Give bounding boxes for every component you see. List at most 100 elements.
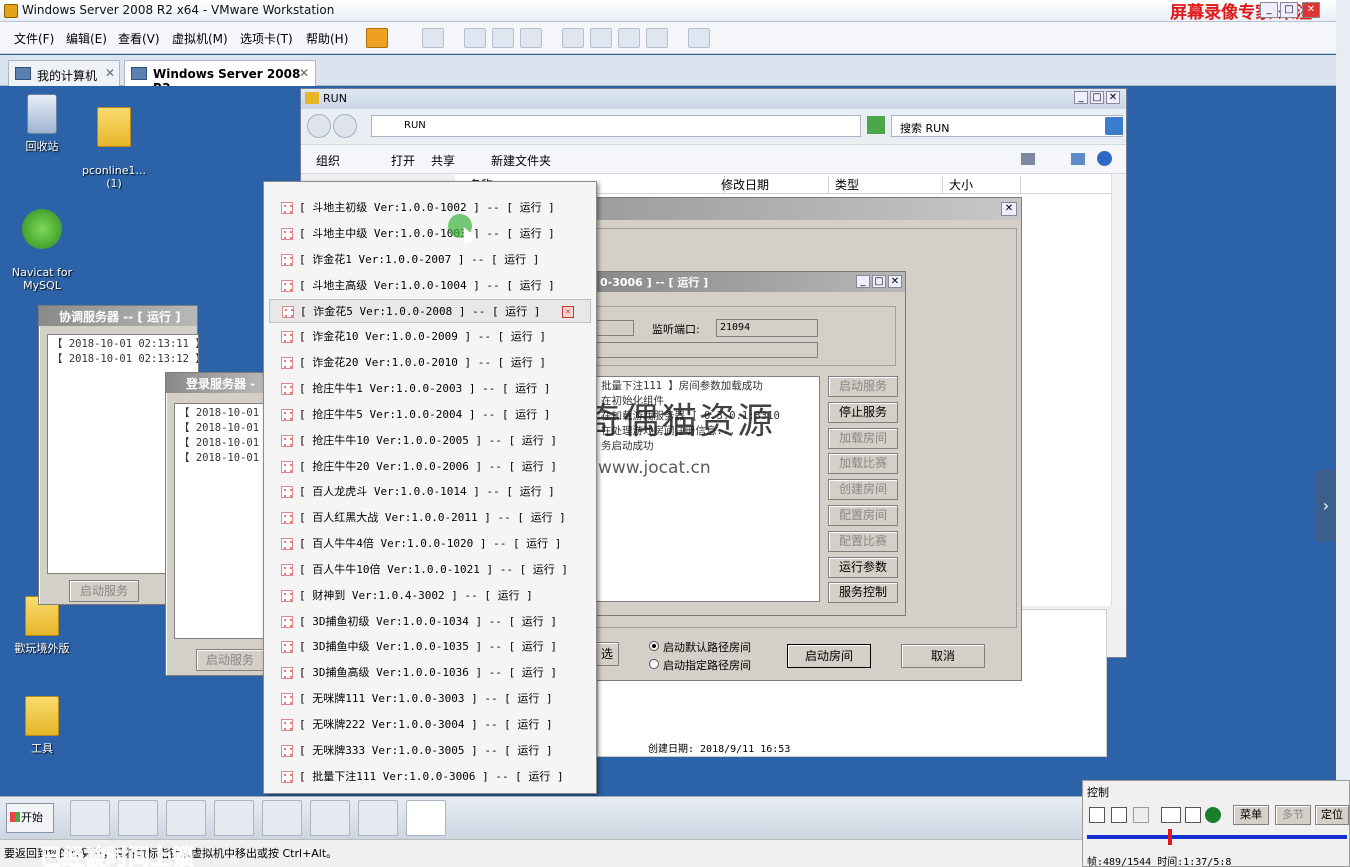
field-input[interactable] xyxy=(596,342,818,358)
close-icon[interactable]: ✕ xyxy=(105,66,115,80)
game-room-item[interactable]: [ 批量下注111 Ver:1.0.0-3006 ] -- [ 运行 ] xyxy=(269,765,591,789)
game-room-item[interactable]: [ 抢庄牛牛10 Ver:1.0.0-2005 ] -- [ 运行 ] xyxy=(269,429,591,453)
pause-icon[interactable] xyxy=(366,28,388,48)
forward-icon[interactable] xyxy=(333,114,357,138)
game-room-item[interactable]: [ 百人龙虎斗 Ver:1.0.0-1014 ] -- [ 运行 ] xyxy=(269,480,591,504)
radio-custom-path[interactable] xyxy=(649,659,659,669)
menu-button[interactable]: 菜单 xyxy=(1233,805,1269,825)
menu-help[interactable]: 帮助(H) xyxy=(306,30,348,47)
maximize-button[interactable]: □ xyxy=(1090,91,1104,104)
close-icon[interactable]: ✕ xyxy=(299,66,309,80)
field-input[interactable] xyxy=(596,320,634,336)
minimize-button[interactable]: _ xyxy=(856,275,870,288)
game-room-item[interactable]: [ 3D捕鱼初级 Ver:1.0.0-1034 ] -- [ 运行 ] xyxy=(269,610,591,634)
minimize-button[interactable]: _ xyxy=(1260,2,1278,18)
search-input[interactable]: 搜索 RUN xyxy=(891,115,1123,137)
game-room-item[interactable]: [ 斗地主中级 Ver:1.0.0-1003 ] -- [ 运行 ] xyxy=(269,222,591,246)
select-button[interactable]: 选 xyxy=(595,642,619,666)
radio-default-path[interactable] xyxy=(649,641,659,651)
start-service-button[interactable]: 启动服务 xyxy=(196,649,264,671)
service-button[interactable]: 配置比赛 xyxy=(828,530,898,552)
refresh-icon[interactable] xyxy=(867,116,885,134)
service-button[interactable]: 配置房间 xyxy=(828,505,898,526)
revert-snapshot-icon[interactable] xyxy=(492,28,514,48)
open-button[interactable]: 打开 xyxy=(391,152,415,169)
game-server-taskbar-icon[interactable] xyxy=(406,800,446,836)
game-room-item[interactable]: [ 3D捕鱼中级 Ver:1.0.0-1035 ] -- [ 运行 ] xyxy=(269,635,591,659)
close-button[interactable]: ✕ xyxy=(1302,2,1320,18)
menu-vm[interactable]: 虚拟机(M) xyxy=(172,30,228,47)
view-options-icon[interactable] xyxy=(1021,153,1035,165)
col-date[interactable]: 修改日期 xyxy=(717,176,829,193)
sidebar-toggle-icon[interactable] xyxy=(562,28,584,48)
organize-menu[interactable]: 组织 xyxy=(316,152,340,169)
service-button[interactable]: 服务控制 xyxy=(828,582,898,604)
explorer-icon[interactable] xyxy=(166,800,206,836)
thumbnail-icon[interactable] xyxy=(590,28,612,48)
game-room-item[interactable]: [ 3D捕鱼高级 Ver:1.0.0-1036 ] -- [ 运行 ] xyxy=(269,661,591,685)
progress-track[interactable] xyxy=(1087,829,1347,845)
start-room-button[interactable]: 启动房间 xyxy=(787,644,871,668)
close-button[interactable]: ✕ xyxy=(888,275,902,288)
minimize-button[interactable]: _ xyxy=(1074,91,1088,104)
locate-button[interactable]: 定位 xyxy=(1315,805,1349,825)
share-menu[interactable]: 共享 xyxy=(431,152,455,169)
new-folder-button[interactable]: 新建文件夹 xyxy=(491,152,551,169)
game-room-item[interactable]: [ 抢庄牛牛1 Ver:1.0.0-2003 ] -- [ 运行 ] xyxy=(269,377,591,401)
preview-pane-icon[interactable] xyxy=(1071,153,1085,165)
pause-icon[interactable] xyxy=(1133,807,1149,823)
remove-icon[interactable]: ✕ xyxy=(562,306,574,319)
start-service-button[interactable]: 启动服务 xyxy=(69,580,139,602)
game-room-item[interactable]: [ 无咪牌111 Ver:1.0.0-3003 ] -- [ 运行 ] xyxy=(269,687,591,711)
game-room-item[interactable]: [ 斗地主高级 Ver:1.0.0-1004 ] -- [ 运行 ] xyxy=(269,274,591,298)
service-button[interactable]: 启动服务 xyxy=(828,376,898,397)
close-button[interactable]: ✕ xyxy=(1001,202,1017,216)
menu-file[interactable]: 文件(F) xyxy=(14,30,54,47)
col-type[interactable]: 类型 xyxy=(831,176,943,193)
back-icon[interactable] xyxy=(307,114,331,138)
desktop-icon-tools[interactable]: 工具 xyxy=(2,696,82,756)
service-button[interactable]: 停止服务 xyxy=(828,401,898,423)
menu-tabs[interactable]: 选项卡(T) xyxy=(240,30,293,47)
desktop-icon-huanwan[interactable]: 歡玩境外版 xyxy=(2,596,82,656)
powershell-icon[interactable] xyxy=(118,800,158,836)
menu-edit[interactable]: 编辑(E) xyxy=(66,30,107,47)
help-icon[interactable] xyxy=(1097,151,1112,166)
cancel-button[interactable]: 取消 xyxy=(901,644,985,668)
stop-icon[interactable] xyxy=(1111,807,1127,823)
coord-server-taskbar-icon[interactable] xyxy=(262,800,302,836)
start-button[interactable]: 开始 xyxy=(6,803,54,833)
game-room-item[interactable]: [ 百人牛牛10倍 Ver:1.0.0-1021 ] -- [ 运行 ] xyxy=(269,558,591,582)
play-icon[interactable] xyxy=(1089,807,1105,823)
service-button[interactable]: 运行参数 xyxy=(828,556,898,578)
progress-thumb[interactable] xyxy=(1168,829,1173,845)
login-server-taskbar-icon[interactable] xyxy=(310,800,350,836)
maximize-button[interactable]: □ xyxy=(1280,2,1298,18)
multi-segment-button[interactable]: 多节 xyxy=(1275,805,1311,825)
unity-icon[interactable] xyxy=(646,28,668,48)
service-button[interactable]: 加载比赛 xyxy=(828,453,898,475)
fullscreen-icon[interactable] xyxy=(618,28,640,48)
search-icon[interactable] xyxy=(1105,117,1123,135)
game-room-item[interactable]: [ 诈金花20 Ver:1.0.0-2010 ] -- [ 运行 ] xyxy=(269,351,591,375)
tab-my-computer[interactable]: 我的计算机 ✕ xyxy=(8,60,120,86)
service-button[interactable]: 创建房间 xyxy=(828,479,898,501)
col-size[interactable]: 大小 xyxy=(945,176,1021,193)
scrollbar[interactable] xyxy=(1111,174,1126,606)
game-room-item[interactable]: [ 抢庄牛牛20 Ver:1.0.0-2006 ] -- [ 运行 ] xyxy=(269,455,591,479)
port-input[interactable]: 21094 xyxy=(716,319,818,337)
snapshot-manager-icon[interactable] xyxy=(520,28,542,48)
desktop-icon-pconline[interactable]: pconline1... (1) xyxy=(74,94,154,190)
game-room-item[interactable]: [ 斗地主初级 Ver:1.0.0-1002 ] -- [ 运行 ] xyxy=(269,196,591,220)
desktop-icon-navicat[interactable]: Navicat for MySQL xyxy=(2,196,82,292)
address-bar[interactable]: RUN xyxy=(371,115,861,137)
game-room-item[interactable]: [ 无咪牌222 Ver:1.0.0-3004 ] -- [ 运行 ] xyxy=(269,713,591,737)
game-room-item[interactable]: [ 百人红黑大战 Ver:1.0.0-2011 ] -- [ 运行 ] xyxy=(269,506,591,530)
snapshot-icon[interactable] xyxy=(464,28,486,48)
side-expand-chevron-icon[interactable]: › xyxy=(1316,470,1336,542)
navigator-taskbar-icon[interactable] xyxy=(358,800,398,836)
game-room-item[interactable]: [ 诈金花1 Ver:1.0.0-2007 ] -- [ 运行 ] xyxy=(269,248,591,272)
game-room-item[interactable]: [ 百人牛牛4倍 Ver:1.0.0-1020 ] -- [ 运行 ] xyxy=(269,532,591,556)
game-room-item[interactable]: [ 无咪牌333 Ver:1.0.0-3005 ] -- [ 运行 ] xyxy=(269,739,591,763)
record-icon[interactable] xyxy=(1205,807,1221,823)
